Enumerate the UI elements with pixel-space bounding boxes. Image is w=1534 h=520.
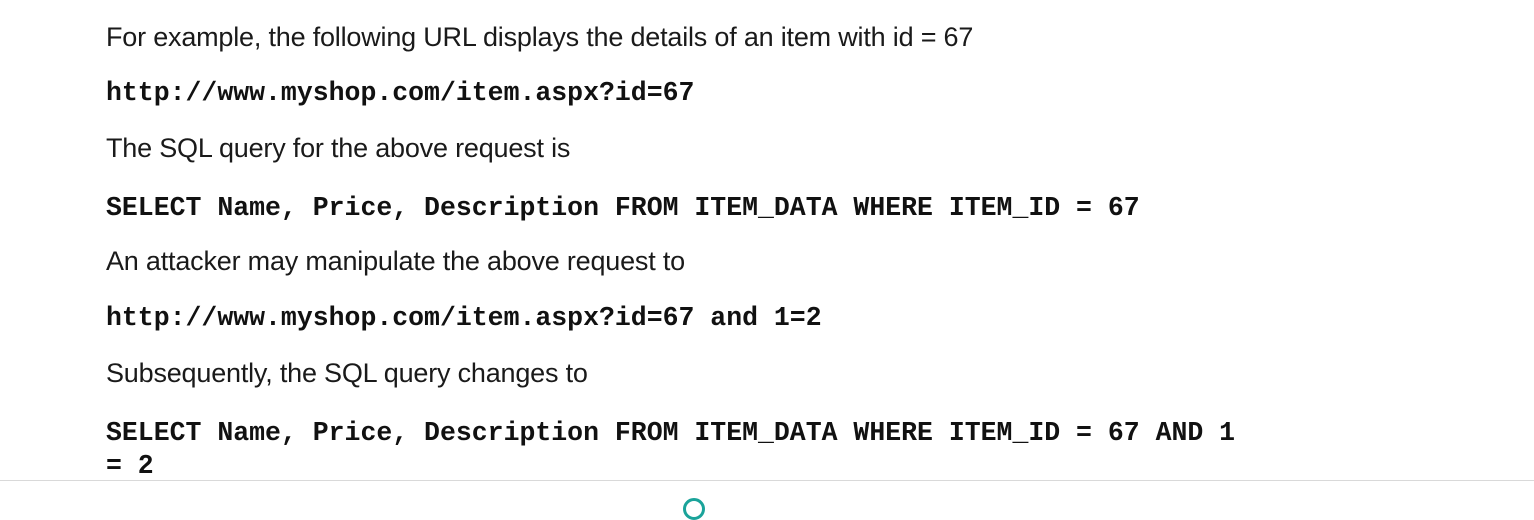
attack-intro-text: An attacker may manipulate the above req… bbox=[106, 246, 685, 276]
change-intro-text: Subsequently, the SQL query changes to bbox=[106, 358, 588, 388]
intro-text: For example, the following URL displays … bbox=[106, 22, 974, 52]
query-intro-text: The SQL query for the above request is bbox=[106, 133, 571, 163]
manipulated-url: http://www.myshop.com/item.aspx?id=67 an… bbox=[106, 303, 822, 333]
page-divider bbox=[0, 480, 1534, 481]
example-url: http://www.myshop.com/item.aspx?id=67 bbox=[106, 78, 695, 108]
sql-query-original: SELECT Name, Price, Description FROM ITE… bbox=[106, 193, 1140, 223]
sql-query-injected-line1: SELECT Name, Price, Description FROM ITE… bbox=[106, 418, 1236, 448]
sql-query-injected-line2: = 2 bbox=[106, 451, 154, 481]
page-indicator-icon bbox=[683, 498, 705, 520]
